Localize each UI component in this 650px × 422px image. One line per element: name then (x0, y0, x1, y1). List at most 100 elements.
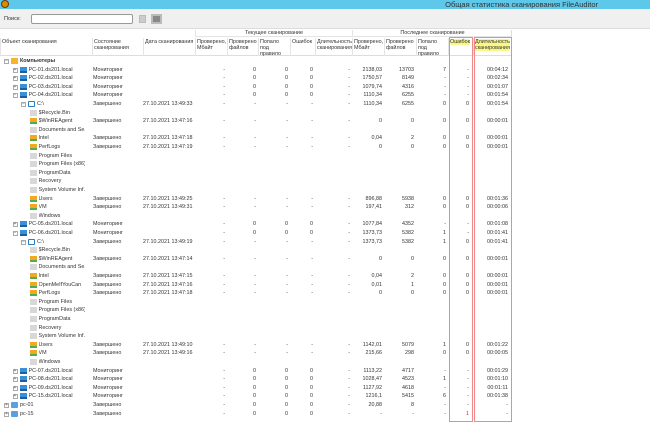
object-name: Recovery (38, 324, 62, 331)
last-value (352, 263, 384, 272)
expand-icon[interactable]: + (4, 411, 9, 417)
table-row[interactable]: − Компьютеры (0, 57, 512, 66)
column-header-10[interactable]: Попало под правило (416, 38, 448, 57)
table-row[interactable]: Intel Завершено 27.10.2021 13:47:18 - - - - - 0,… (0, 134, 512, 143)
table-row[interactable]: Intel Завершено 27.10.2021 13:47:15 - - - - - 0,… (0, 272, 512, 281)
collapse-icon[interactable]: − (12, 93, 18, 99)
table-row[interactable]: $Recycle.Bin (0, 246, 512, 255)
expand-icon[interactable]: + (12, 84, 18, 90)
expand-icon[interactable]: + (12, 368, 18, 374)
list-view-icon[interactable] (139, 15, 146, 23)
table-row[interactable]: + PC-03.ds201.local Мониторинг - 0 0 0 - 1079,74… (0, 83, 512, 92)
table-row[interactable]: Windows (0, 212, 512, 221)
table-row[interactable]: $WinREAgent Завершено 27.10.2021 13:47:16 -… (0, 117, 512, 126)
table-row[interactable]: + PC-05.ds201.local Мониторинг - 0 0 0 - 1077,84… (0, 220, 512, 229)
current-value: 0 (285, 402, 288, 408)
search-input[interactable] (31, 14, 133, 24)
expand-icon[interactable]: + (12, 385, 18, 391)
table-row[interactable]: $WinREAgent Завершено 27.10.2021 13:47:14 -… (0, 255, 512, 264)
scan-date (143, 220, 194, 229)
table-row[interactable]: + pc-15 Завершено -0 0 0- - - -1- (0, 410, 512, 419)
table-row[interactable]: Recovery (0, 177, 512, 186)
scan-state (93, 315, 143, 324)
column-header-2[interactable]: Дата сканирования (143, 38, 195, 56)
table-row[interactable]: OpenMeIfYouCan Завершено 27.10.2021 13:47:… (0, 281, 512, 290)
table-row[interactable]: + PC-01.ds201.local Мониторинг - 0 0 0 - 2138,03… (0, 66, 512, 75)
column-header-1[interactable]: Состояние сканирования (92, 38, 143, 56)
expand-icon[interactable]: + (12, 222, 18, 228)
scan-date (143, 384, 194, 393)
current-value: 0 (310, 367, 313, 374)
table-row[interactable]: − C:\ Завершено 27.10.2021 13:49:19 - - - - - 137… (0, 238, 512, 247)
scan-date (143, 306, 194, 315)
table-row[interactable]: + PC-08.ds201.local Мониторинг - 0 0 0 - 1028,47… (0, 375, 512, 384)
collapse-icon[interactable]: − (21, 102, 26, 107)
current-value: - (348, 255, 350, 262)
current-value: 0 (253, 83, 256, 90)
object-name: Компьютеры (20, 58, 56, 64)
table-row[interactable]: + PC-02.ds201.local Мониторинг - 0 0 0 - 1750,57… (0, 74, 512, 83)
current-value (258, 212, 290, 221)
last-value (384, 160, 416, 169)
expand-icon[interactable]: + (12, 394, 18, 400)
current-value (195, 169, 227, 178)
column-header-4[interactable]: Проверено файлов (227, 38, 258, 56)
last-value (352, 358, 384, 367)
table-row[interactable]: Documents and Se... (0, 126, 512, 135)
last-value: 1113,22 (363, 367, 382, 374)
expand-icon[interactable]: + (4, 403, 9, 408)
column-header-9[interactable]: Проверено файлов (384, 38, 416, 56)
expand-icon[interactable]: + (12, 67, 18, 73)
table-row[interactable]: PerfLogs Завершено 27.10.2021 13:47:19 - - - -… (0, 143, 512, 152)
table-row[interactable]: VM Завершено 27.10.2021 13:49:31 - - - - - 197,4… (0, 203, 512, 212)
table-row[interactable]: + pc-01 Завершено -0 0 0-20,88 8- - - (0, 401, 512, 410)
column-header-7[interactable]: Длительность сканирования (315, 38, 352, 56)
table-row[interactable]: PerfLogs Завершено 27.10.2021 13:47:18 - - - -… (0, 289, 512, 298)
column-header-8[interactable]: Проверено, Мбайт (352, 38, 384, 56)
table-row[interactable]: + PC-15.ds201.local Мониторинг - 0 0 0 - 1216,1 5… (0, 392, 512, 401)
errors-highlight-box (449, 37, 473, 422)
expand-icon[interactable]: + (12, 76, 18, 82)
scan-state: Мониторинг (93, 393, 123, 400)
table-row[interactable]: Program Files (x86) (0, 160, 512, 169)
table-row[interactable]: − PC-04.ds201.local Мониторинг - 0 0 0 - 1110,34… (0, 91, 512, 100)
column-header-0[interactable]: Объект сканирования (0, 38, 92, 56)
table-row[interactable]: System Volume Inf... (0, 332, 512, 341)
pc-icon (19, 393, 27, 400)
collapse-icon[interactable]: − (12, 231, 18, 236)
collapse-icon[interactable]: − (21, 239, 26, 245)
column-header-6[interactable]: Ошибок (290, 38, 315, 56)
table-row[interactable]: Program Files (0, 298, 512, 307)
column-header-3[interactable]: Проверено, Мбайт (195, 38, 227, 56)
object-name: Program Files (x86) (38, 307, 86, 314)
table-row[interactable]: + PC-09.ds201.local Мониторинг - 0 0 0 - 1127,92… (0, 384, 512, 393)
table-row[interactable]: Windows (0, 358, 512, 367)
current-value (195, 246, 227, 255)
table-row[interactable]: Users Завершено 27.10.2021 13:49:25 - - - - - 89… (0, 195, 512, 204)
last-value (384, 212, 416, 221)
column-header-5[interactable]: Попало под правило (258, 38, 290, 57)
table-row[interactable]: Program Files (0, 152, 512, 161)
table-row[interactable]: Program Files (x86) (0, 306, 512, 315)
grid-view-icon[interactable] (151, 14, 162, 24)
table-row[interactable]: ProgramData (0, 315, 512, 324)
table-row[interactable]: Recovery (0, 324, 512, 333)
table-row[interactable]: VM Завершено 27.10.2021 13:49:16 - - - - - 215,6… (0, 349, 512, 358)
current-value: - (223, 144, 225, 150)
table-row[interactable]: − C:\ Завершено 27.10.2021 13:49:33 - - - - - 111… (0, 100, 512, 109)
collapse-icon[interactable]: − (4, 59, 9, 64)
current-value: - (286, 144, 288, 150)
table-row[interactable]: System Volume Inf... (0, 186, 512, 195)
current-value (290, 358, 315, 367)
table-row[interactable]: ProgramData (0, 169, 512, 178)
last-value: 0 (443, 118, 446, 125)
table-row[interactable]: Documents and Se... (0, 263, 512, 272)
current-value: - (311, 195, 313, 202)
table-row[interactable]: − PC-06.ds201.local Мониторинг - 0 0 0 - 1373,73… (0, 229, 512, 238)
table-row[interactable]: Users Завершено 27.10.2021 13:49:10- - - - -11… (0, 341, 512, 350)
table-row[interactable]: $Recycle.Bin (0, 109, 512, 118)
table-row[interactable]: + PC-07.ds201.local Мониторинг - 0 0 0 - 1113,22… (0, 367, 512, 376)
current-value: 0 (285, 75, 288, 82)
expand-icon[interactable]: + (12, 377, 18, 383)
current-value: 0 (285, 66, 288, 73)
